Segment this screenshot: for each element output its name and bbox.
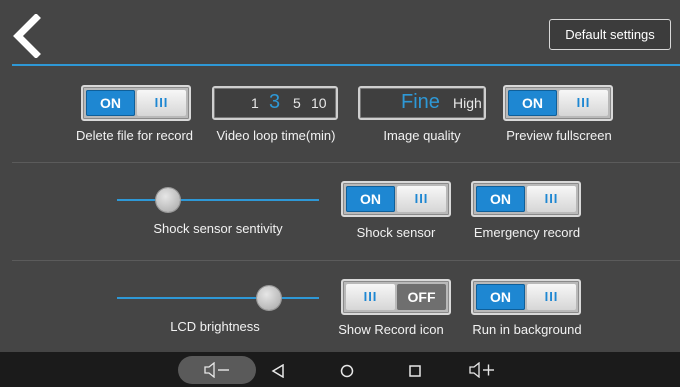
nav-back-button[interactable]	[271, 363, 285, 383]
run-in-background-label: Run in background	[472, 322, 582, 337]
toggle-on-label: ON	[346, 186, 395, 212]
show-record-icon-label: Show Record icon	[338, 322, 444, 337]
shock-sensitivity-label: Shock sensor sentivity	[153, 221, 283, 236]
back-button[interactable]	[10, 13, 44, 59]
toggle-grip: III	[397, 186, 446, 212]
default-settings-button[interactable]: Default settings	[549, 19, 671, 50]
run-in-background-toggle[interactable]: ON III	[471, 279, 581, 315]
toggle-grip: III	[559, 90, 608, 116]
lcd-brightness-slider[interactable]	[117, 297, 319, 299]
home-circle-icon	[340, 364, 354, 378]
video-loop-selector[interactable]: 1 3 5 10	[212, 86, 338, 120]
toggle-grip: III	[527, 284, 576, 310]
loop-option[interactable]: 5	[293, 95, 301, 111]
header-divider	[12, 64, 680, 66]
lcd-brightness-slider-handle[interactable]	[256, 286, 281, 310]
emergency-record-label: Emergency record	[473, 225, 581, 240]
loop-option-selected[interactable]: 3	[269, 91, 280, 114]
preview-fullscreen-toggle[interactable]: ON III	[503, 85, 613, 121]
volume-down-icon	[204, 362, 229, 378]
toggle-on-label: ON	[508, 90, 557, 116]
shock-sensitivity-slider-handle[interactable]	[155, 188, 180, 212]
lcd-brightness-label: LCD brightness	[170, 319, 260, 334]
back-chevron-icon	[13, 13, 41, 59]
quality-high[interactable]: High	[453, 95, 482, 111]
shock-sensor-toggle[interactable]: ON III	[341, 181, 451, 217]
loop-option[interactable]: 10	[311, 95, 327, 111]
back-triangle-icon	[271, 363, 284, 379]
delete-file-label: Delete file for record	[75, 128, 194, 143]
show-record-icon-toggle[interactable]: III OFF	[341, 279, 451, 315]
shock-sensor-label: Shock sensor	[356, 225, 436, 240]
loop-option[interactable]: 1	[251, 95, 259, 111]
toggle-on-label: ON	[476, 186, 525, 212]
row-divider	[12, 162, 680, 163]
toggle-grip: III	[527, 186, 576, 212]
toggle-grip: III	[346, 284, 395, 310]
image-quality-label: Image quality	[383, 128, 461, 143]
nav-recents-button[interactable]	[408, 364, 422, 383]
volume-up-icon	[469, 361, 494, 379]
nav-home-button[interactable]	[340, 364, 354, 383]
volume-down-button[interactable]	[178, 356, 256, 384]
row-divider	[12, 260, 680, 261]
preview-fullscreen-label: Preview fullscreen	[506, 128, 612, 143]
video-loop-label: Video loop time(min)	[216, 128, 336, 143]
toggle-off-label: OFF	[397, 284, 446, 310]
image-quality-selector[interactable]: Fine High	[358, 86, 486, 120]
emergency-record-toggle[interactable]: ON III	[471, 181, 581, 217]
toggle-grip: III	[137, 90, 186, 116]
volume-up-button[interactable]	[468, 361, 498, 383]
shock-sensitivity-slider[interactable]	[117, 199, 319, 201]
delete-file-toggle[interactable]: ON III	[81, 85, 191, 121]
toggle-on-label: ON	[86, 90, 135, 116]
quality-fine[interactable]: Fine	[401, 91, 440, 114]
recents-square-icon	[409, 365, 421, 377]
toggle-on-label: ON	[476, 284, 525, 310]
